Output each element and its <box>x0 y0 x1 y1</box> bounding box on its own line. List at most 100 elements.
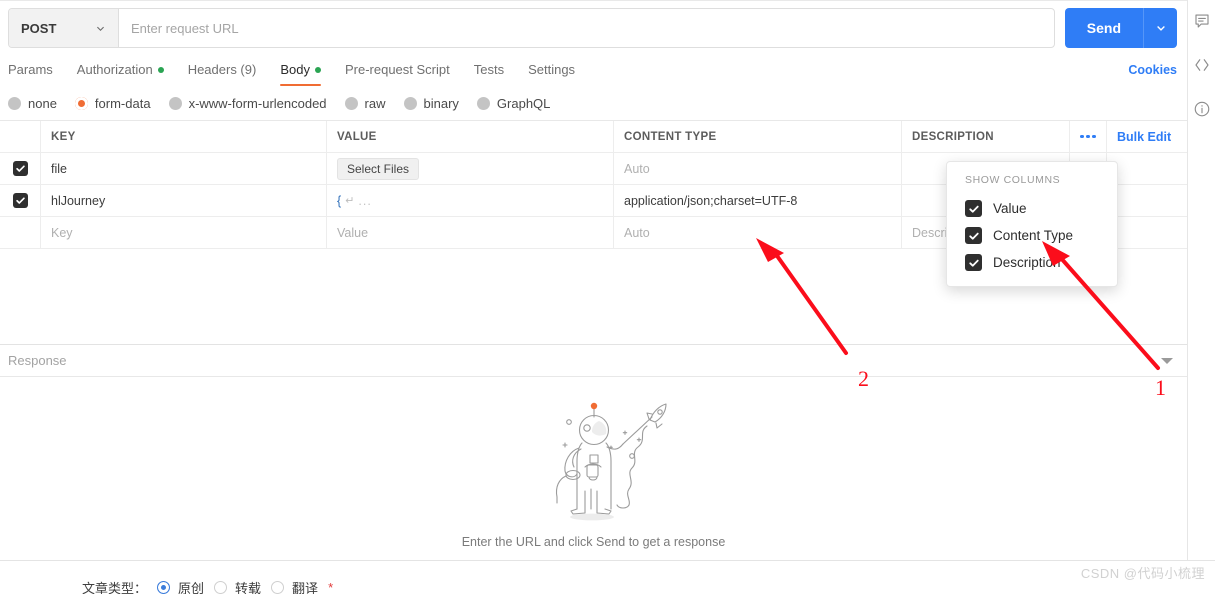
newline-symbol-icon: ↵ <box>345 195 355 207</box>
more-options-icon <box>1080 134 1096 139</box>
code-icon[interactable] <box>1193 56 1211 74</box>
comment-icon[interactable] <box>1193 12 1211 30</box>
astronaut-illustration-icon <box>555 402 667 521</box>
row-content-type[interactable]: Auto <box>614 153 902 184</box>
checkbox-checked-icon[interactable] <box>965 227 982 244</box>
radio-icon <box>8 96 21 110</box>
radio-icon <box>476 96 490 110</box>
checkbox-checked-icon[interactable] <box>965 200 982 217</box>
tab-label: Settings <box>528 62 576 77</box>
radio-icon <box>403 96 417 110</box>
row-checkbox-cell[interactable] <box>0 185 41 216</box>
body-type-radio-group: none form-data x-www-form-urlencoded raw… <box>0 86 1187 120</box>
header-key: KEY <box>41 121 327 152</box>
info-icon[interactable] <box>1193 100 1211 118</box>
row-value[interactable]: { ↵ ... <box>327 185 614 216</box>
send-button[interactable]: Send <box>1064 8 1143 48</box>
json-ellipsis: ... <box>358 193 372 208</box>
header-description: DESCRIPTION <box>902 121 1070 152</box>
body-type-label: raw <box>364 95 386 111</box>
radio-icon <box>168 96 182 110</box>
radio-selected-icon <box>157 581 171 594</box>
response-title: Response <box>8 353 67 368</box>
article-type-field: 文章类型： 原创 转载 翻译 * <box>82 578 333 594</box>
tab-label: Pre-request Script <box>344 62 450 77</box>
row-checkbox-cell[interactable] <box>0 217 41 248</box>
method-url-group: POST <box>8 8 1055 48</box>
show-columns-button[interactable] <box>1070 121 1107 152</box>
article-type-option-translate[interactable]: 翻译 <box>271 578 318 594</box>
option-label: 转载 <box>235 581 262 594</box>
select-files-button[interactable]: Select Files <box>337 157 420 180</box>
radio-selected-icon <box>74 96 88 110</box>
article-type-option-original[interactable]: 原创 <box>157 578 204 594</box>
show-columns-popup: SHOW COLUMNS Value Content Type Descript… <box>946 161 1118 287</box>
bulk-edit-label: Bulk Edit <box>1117 129 1172 144</box>
chevron-down-icon <box>1156 26 1165 31</box>
body-type-binary[interactable]: binary <box>403 95 459 111</box>
body-type-label: form-data <box>94 95 151 111</box>
radio-icon <box>344 96 358 110</box>
radio-icon <box>271 581 285 594</box>
row-value[interactable]: Value <box>327 217 614 248</box>
tab-label: Authorization <box>76 62 153 77</box>
response-empty-hint: Enter the URL and click Send to get a re… <box>461 535 726 549</box>
body-type-raw[interactable]: raw <box>344 95 386 111</box>
body-type-x-www-form-urlencoded[interactable]: x-www-form-urlencoded <box>168 96 327 111</box>
postman-window: POST Send Params <box>0 0 1215 594</box>
radio-icon <box>214 581 228 594</box>
header-value: VALUE <box>327 121 614 152</box>
response-empty-state: Enter the URL and click Send to get a re… <box>0 377 1187 571</box>
top-divider <box>0 0 1187 1</box>
tab-body[interactable]: Body <box>268 62 333 86</box>
tab-authorization[interactable]: Authorization <box>65 62 176 86</box>
header-content-type: CONTENT TYPE <box>614 121 902 152</box>
option-label: 翻译 <box>292 581 319 594</box>
body-type-label: binary <box>423 95 459 111</box>
row-checkbox-cell[interactable] <box>0 153 41 184</box>
checkbox-checked-icon[interactable] <box>12 193 28 208</box>
tab-label: Body <box>280 62 310 77</box>
row-key[interactable]: Key <box>41 217 327 248</box>
annotation-number-2: 2 <box>858 366 869 391</box>
body-type-label: none <box>28 95 57 111</box>
send-options-button[interactable] <box>1143 8 1177 48</box>
cookies-link[interactable]: Cookies <box>1128 63 1177 86</box>
popup-item-value[interactable]: Value <box>947 195 1117 222</box>
body-type-label: GraphQL <box>496 95 551 111</box>
annotation-number-1: 1 <box>1155 375 1166 400</box>
response-collapse-caret-icon[interactable] <box>1161 357 1173 364</box>
http-method-label: POST <box>21 20 57 36</box>
popup-item-description[interactable]: Description <box>947 249 1117 276</box>
popup-item-label: Content Type <box>993 228 1074 243</box>
checkbox-checked-icon[interactable] <box>12 161 28 176</box>
required-marker: * <box>328 580 334 594</box>
collapsed-json-value: { ↵ ... <box>337 194 372 208</box>
tab-label: Tests <box>473 62 505 77</box>
popup-item-content-type[interactable]: Content Type <box>947 222 1117 249</box>
body-type-none[interactable]: none <box>8 96 57 111</box>
checkbox-checked-icon[interactable] <box>965 254 982 271</box>
chevron-down-icon <box>97 26 104 31</box>
row-content-type[interactable]: Auto <box>614 217 902 248</box>
article-type-option-repost[interactable]: 转载 <box>214 578 261 594</box>
row-key[interactable]: file <box>41 153 327 184</box>
request-url-input[interactable] <box>119 9 1054 47</box>
body-type-form-data[interactable]: form-data <box>74 95 151 111</box>
tab-settings[interactable]: Settings <box>516 62 587 86</box>
tab-tests[interactable]: Tests <box>462 62 516 86</box>
row-content-type[interactable]: application/json;charset=UTF-8 <box>614 185 902 216</box>
table-header-row: KEY VALUE CONTENT TYPE DESCRIPTION Bulk … <box>0 121 1187 153</box>
request-tabs: Params Authorization Headers (9) Body Pr… <box>0 56 1187 86</box>
watermark: CSDN @代码小梳理 <box>1080 566 1205 581</box>
tab-headers[interactable]: Headers (9) <box>176 62 269 86</box>
row-key[interactable]: hlJourney <box>41 185 327 216</box>
bulk-edit-button[interactable]: Bulk Edit <box>1107 121 1187 152</box>
popup-item-label: Value <box>993 201 1027 216</box>
tab-params[interactable]: Params <box>8 62 65 86</box>
response-bar: Response <box>0 345 1187 377</box>
json-open-brace: { <box>337 193 342 208</box>
body-type-graphql[interactable]: GraphQL <box>476 95 551 111</box>
tab-pre-request-script[interactable]: Pre-request Script <box>333 62 462 86</box>
http-method-select[interactable]: POST <box>9 9 119 47</box>
